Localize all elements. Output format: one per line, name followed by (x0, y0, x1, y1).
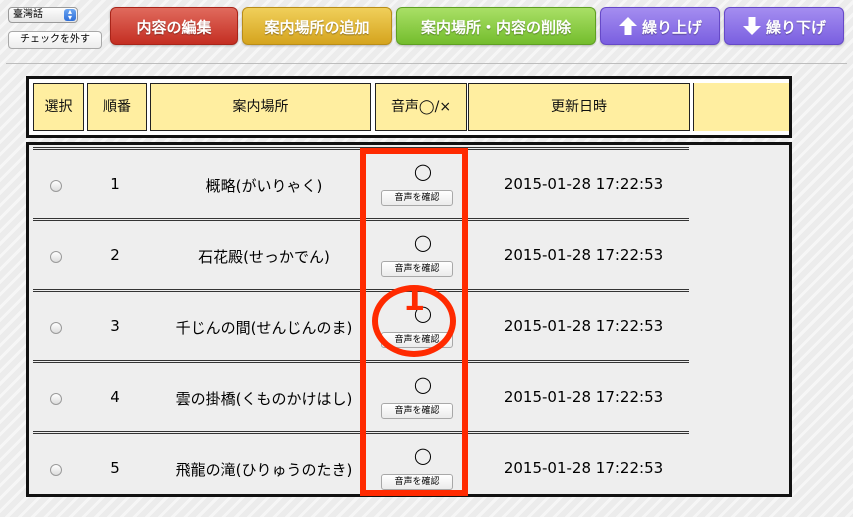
add-place-label: 案内場所の追加 (264, 18, 370, 37)
row-order: 3 (110, 317, 120, 335)
row-updated: 2015-01-28 17:22:53 (503, 317, 664, 335)
row-place: 概略(がいりゃく) (205, 177, 323, 195)
arrow-down-icon (742, 16, 761, 35)
add-place-button[interactable]: 案内場所の追加 (242, 7, 392, 45)
language-select-value: 臺灣話 (13, 9, 43, 20)
row-order: 5 (110, 459, 120, 477)
annotation-number: 1 (402, 280, 426, 318)
row-order: 4 (110, 388, 120, 406)
row-updated: 2015-01-28 17:22:53 (503, 246, 664, 264)
row-order: 2 (110, 246, 120, 264)
toolbar-divider (6, 63, 847, 64)
move-up-label: 繰り上げ (641, 18, 702, 37)
row-place: 千じんの間(せんじんのま) (175, 319, 353, 337)
delete-place-button[interactable]: 案内場所・内容の削除 (396, 7, 596, 45)
table-header: 選択 順番 案内場所 音声◯/× 更新日時 (26, 76, 792, 138)
header-select: 選択 (33, 83, 84, 131)
header-audio: 音声◯/× (375, 83, 467, 131)
row-place: 石花殿(せっかでん) (198, 248, 330, 266)
header-order: 順番 (87, 83, 147, 131)
header-place: 案内場所 (150, 83, 371, 131)
row-place: 雲の掛橋(くものかけはし) (175, 390, 353, 408)
delete-place-label: 案内場所・内容の削除 (420, 18, 571, 37)
row-select-radio[interactable] (50, 464, 62, 476)
header-updated: 更新日時 (468, 83, 690, 131)
arrow-up-icon (618, 16, 637, 35)
header-blank (693, 83, 789, 131)
chevron-updown-icon: ▴ ▾ (64, 8, 76, 22)
row-order: 1 (110, 175, 120, 193)
row-select-radio[interactable] (50, 251, 62, 263)
row-select-radio[interactable] (50, 393, 62, 405)
row-updated: 2015-01-28 17:22:53 (503, 175, 664, 193)
move-up-button[interactable]: 繰り上げ (600, 7, 720, 45)
edit-content-label: 内容の編集 (136, 18, 212, 37)
edit-content-button[interactable]: 内容の編集 (110, 7, 238, 45)
row-select-radio[interactable] (50, 180, 62, 192)
move-down-label: 繰り下げ (765, 18, 826, 37)
uncheck-button[interactable]: チェックを外す (8, 31, 102, 49)
language-select[interactable]: 臺灣話 ▴ ▾ (8, 7, 78, 23)
row-place: 飛龍の滝(ひりゅうのたき) (175, 461, 353, 479)
row-updated: 2015-01-28 17:22:53 (503, 388, 664, 406)
row-select-radio[interactable] (50, 322, 62, 334)
move-down-button[interactable]: 繰り下げ (724, 7, 844, 45)
row-updated: 2015-01-28 17:22:53 (503, 459, 664, 477)
